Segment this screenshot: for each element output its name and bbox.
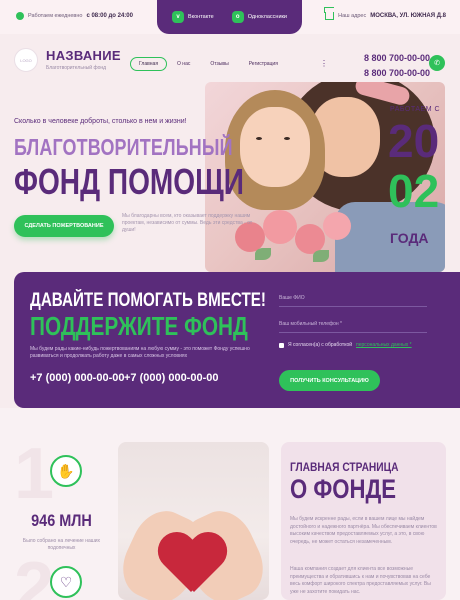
photo-leaf <box>313 250 329 262</box>
photo-flower <box>323 212 351 240</box>
years-word: ГОДА <box>390 230 429 246</box>
header-phone-2[interactable]: 8 800 700-00-00 <box>364 66 430 81</box>
hero-kicker: Сколько в человеке доброты, столько в не… <box>14 118 187 125</box>
hero-title-line1: БЛАГОТВОРИТЕЛЬНЫЙ <box>14 134 233 160</box>
handshake-icon: ♡ <box>50 566 82 598</box>
brand: НАЗВАНИЕ Благотворительный фонд <box>46 48 121 71</box>
vk-icon: v <box>171 11 184 23</box>
support-title: ДАВАЙТЕ ПОМОГАТЬ ВМЕСТЕ! <box>30 290 266 311</box>
header-phones: 8 800 700-00-00 8 800 700-00-00 <box>364 51 430 81</box>
stat-caption: Было собрано на лечение наших подопечных <box>22 538 101 551</box>
logo-text: LOGO <box>20 57 32 63</box>
support-phone-1[interactable]: +7 (000) 000-00-00 <box>30 372 124 384</box>
year-bottom: 02 <box>388 165 440 217</box>
stat-value: 946 МЛН <box>31 511 92 530</box>
donation-hand-icon: ✋ <box>50 455 82 487</box>
phone-field[interactable]: Ваш мобильный телефон * <box>279 319 427 333</box>
more-menu-icon[interactable]: ⋮ <box>320 59 328 68</box>
stat-number-1: 1 <box>14 434 55 514</box>
top-bar: Работаем ежедневно с 08:00 до 24:00 v Вк… <box>0 0 460 34</box>
support-phone-2[interactable]: +7 (000) 000-00-00 <box>124 372 218 384</box>
hero-title-line2: ФОНД ПОМОЩИ <box>14 161 244 202</box>
hours-value: с 08:00 до 24:00 <box>86 13 133 19</box>
consent-link[interactable]: персональных данных * <box>356 342 412 348</box>
stat-number-2: 2 <box>14 548 55 600</box>
social-ok-link[interactable]: o Одноклассники <box>231 11 288 23</box>
photo-leaf <box>255 248 271 260</box>
consent-checkbox[interactable] <box>279 342 284 348</box>
address-value: МОСКВА, УЛ. ЮЖНАЯ Д.8 <box>370 13 446 19</box>
home-icon <box>325 12 335 20</box>
heart-photo <box>118 442 269 600</box>
nav-item-registration[interactable]: Регистрация <box>239 57 288 71</box>
working-hours: Работаем ежедневно с 08:00 до 24:00 <box>16 12 133 20</box>
header-phone-1[interactable]: 8 800 700-00-00 <box>364 51 430 66</box>
hours-label: Работаем ежедневно <box>28 13 83 19</box>
consent-text: Я согласен(а) с обработкой <box>288 342 353 348</box>
donate-button[interactable]: СДЕЛАТЬ ПОЖЕРТВОВАНИЕ <box>14 215 114 237</box>
photo-child-face <box>240 107 310 187</box>
brand-title: НАЗВАНИЕ <box>46 48 121 63</box>
works-since-label: РАБОТАЕМ С <box>390 106 441 113</box>
name-field[interactable]: Ваше ФИО <box>279 293 427 307</box>
photo-heart <box>156 534 226 598</box>
social-vk-link[interactable]: v Вконтакте <box>171 11 214 23</box>
nav-item-reviews[interactable]: Отзывы <box>200 57 238 71</box>
photo-flower <box>263 210 297 244</box>
social-links: v Вконтакте o Одноклассники <box>157 0 302 34</box>
address: Наш адрес МОСКВА, УЛ. ЮЖНАЯ Д.8 <box>325 12 446 20</box>
hero-note: Мы благодарны всем, кто оказывает поддер… <box>122 213 253 233</box>
address-label: Наш адрес <box>338 13 367 19</box>
clock-icon <box>16 12 24 20</box>
year-top: 20 <box>388 115 440 167</box>
submit-button[interactable]: ПОЛУЧИТЬ КОНСУЛЬТАЦИЮ <box>279 370 380 391</box>
support-text: Мы будем рады какие-нибудь пожертвования… <box>30 346 250 359</box>
main-nav: Главная О нас Отзывы Регистрация <box>130 57 288 71</box>
nav-item-home[interactable]: Главная <box>130 57 168 71</box>
about-title: О ФОНДЕ <box>290 474 397 504</box>
brand-subtitle: Благотворительный фонд <box>46 65 107 71</box>
consent-checkbox-row: Я согласен(а) с обработкой персональных … <box>279 342 412 348</box>
about-paragraph-1: Мы будем искренне рады, если в вашем лиц… <box>290 516 437 545</box>
photo-eye <box>284 137 290 140</box>
logo[interactable]: LOGO <box>14 48 38 72</box>
social-vk-label: Вконтакте <box>187 14 214 20</box>
phone-icon[interactable]: ✆ <box>429 55 445 71</box>
nav-item-about[interactable]: О нас <box>167 57 200 71</box>
support-subtitle: ПОДДЕРЖИТЕ ФОНД <box>30 311 248 341</box>
about-paragraph-2: Наша компания создает для клиента все во… <box>290 566 431 595</box>
ok-icon: o <box>231 11 244 23</box>
photo-eye <box>256 137 262 140</box>
social-ok-label: Одноклассники <box>247 14 288 20</box>
about-title-small: ГЛАВНАЯ СТРАНИЦА <box>290 460 399 474</box>
